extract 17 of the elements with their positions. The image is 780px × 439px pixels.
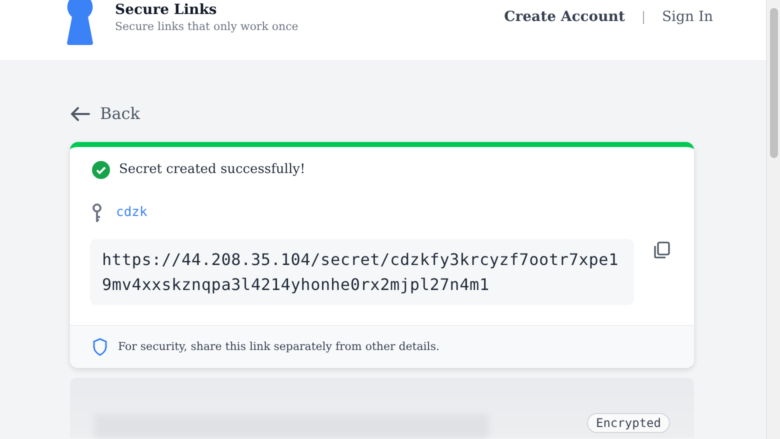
scrollbar[interactable] xyxy=(766,0,780,439)
nav-link[interactable]: Sign In xyxy=(662,9,713,25)
check-circle-icon xyxy=(92,160,110,178)
security-note: For security, share this link separately from other details. xyxy=(118,340,440,353)
secret-link-text: https://44.208.35.104/secret/cdzkfy3krcyzf7ootr7xpe19mv4xxskznqpa3l4214yhonhe0rx2mjpl27n4m1 xyxy=(90,238,634,304)
success-message: Secret created successfully! xyxy=(119,162,306,177)
key-icon xyxy=(92,202,102,222)
arrow-left-icon xyxy=(70,106,90,122)
copy-button[interactable] xyxy=(652,240,672,260)
encrypted-tag: Encrypted xyxy=(586,412,670,432)
app-title: Secure Links xyxy=(115,2,218,18)
keyhole-logo-icon xyxy=(65,0,95,45)
secret-name: cdzk xyxy=(116,205,148,220)
nav-link[interactable]: Create Account xyxy=(504,9,625,25)
shield-icon xyxy=(92,338,108,356)
app-tagline: Secure links that only work once xyxy=(115,20,298,33)
back-link[interactable]: Back xyxy=(70,104,140,123)
